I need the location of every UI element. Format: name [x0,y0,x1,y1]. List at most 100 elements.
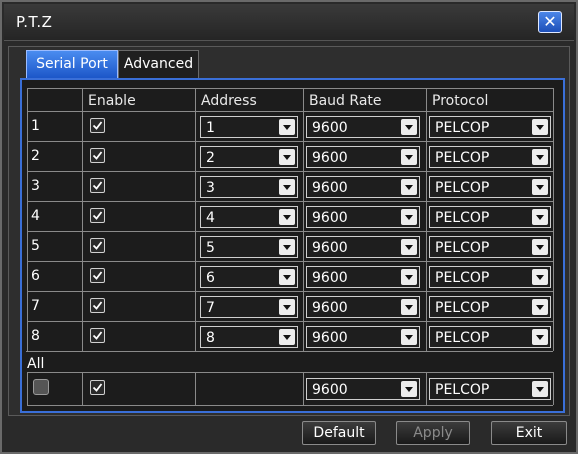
grid-line [27,372,553,373]
grid-line [27,201,553,202]
baud-rate-select-value: 9600 [312,180,348,196]
grid-line [26,351,553,352]
protocol-select-value: PELCOP [435,120,490,136]
enable-checkbox[interactable] [90,178,105,193]
baud-rate-select[interactable]: 9600 [306,206,420,228]
row-number: 4 [31,208,40,224]
baud-rate-select[interactable]: 9600 [306,326,420,348]
row-number: 6 [31,268,40,284]
all-baud-rate-select[interactable]: 9600 [306,378,420,400]
chevron-down-icon [532,269,548,285]
grid-line [553,88,554,351]
protocol-select[interactable]: PELCOP [429,266,551,288]
tab-advanced[interactable]: Advanced [118,50,199,78]
grid-line [27,88,28,351]
chevron-down-icon [401,149,417,165]
header-address: Address [201,93,257,109]
address-select-value: 2 [206,150,215,166]
row-number: 8 [31,328,40,344]
grid-line [27,88,553,89]
chevron-down-icon [401,299,417,315]
grid-line [426,88,427,351]
row-number: 2 [31,148,40,164]
protocol-select[interactable]: PELCOP [429,296,551,318]
protocol-select-value: PELCOP [435,330,490,346]
protocol-select[interactable]: PELCOP [429,236,551,258]
baud-rate-select[interactable]: 9600 [306,266,420,288]
grid-line [82,372,83,405]
row-number: 1 [31,118,40,134]
enable-checkbox[interactable] [90,268,105,283]
baud-rate-select-value: 9600 [312,330,348,346]
title-bar: P.T.Z ✕ [4,4,574,41]
chevron-down-icon [532,329,548,345]
baud-rate-select[interactable]: 9600 [306,116,420,138]
grid-line [27,141,553,142]
chevron-down-icon [279,149,295,165]
baud-rate-select[interactable]: 9600 [306,296,420,318]
chevron-down-icon [532,179,548,195]
all-protocol-value: PELCOP [435,382,490,398]
enable-checkbox[interactable] [90,298,105,313]
chevron-down-icon [279,239,295,255]
baud-rate-select-value: 9600 [312,300,348,316]
chevron-down-icon [401,329,417,345]
address-select[interactable]: 6 [200,266,298,288]
check-icon [92,181,103,190]
enable-checkbox[interactable] [90,118,105,133]
check-icon [92,271,103,280]
grid-line [303,372,304,405]
protocol-select[interactable]: PELCOP [429,326,551,348]
grid-line [27,111,553,112]
enable-checkbox[interactable] [90,208,105,223]
baud-rate-select[interactable]: 9600 [306,146,420,168]
all-select-toggle[interactable] [33,379,49,395]
row-number: 3 [31,178,40,194]
protocol-select[interactable]: PELCOP [429,146,551,168]
baud-rate-select[interactable]: 9600 [306,236,420,258]
address-select[interactable]: 7 [200,296,298,318]
baud-rate-select[interactable]: 9600 [306,176,420,198]
chevron-down-icon [401,209,417,225]
address-select-value: 3 [206,180,215,196]
grid-line [27,321,553,322]
grid-line [27,171,553,172]
address-select-value: 7 [206,300,215,316]
all-enable-checkbox[interactable] [90,380,105,395]
apply-button[interactable]: Apply [396,421,470,445]
protocol-select[interactable]: PELCOP [429,116,551,138]
baud-rate-select-value: 9600 [312,240,348,256]
address-select[interactable]: 8 [200,326,298,348]
header-baud-rate: Baud Rate [309,93,382,109]
address-select-value: 8 [206,330,215,346]
grid-line [553,372,554,405]
protocol-select-value: PELCOP [435,240,490,256]
address-select[interactable]: 1 [200,116,298,138]
baud-rate-select-value: 9600 [312,270,348,286]
protocol-select[interactable]: PELCOP [429,176,551,198]
address-select[interactable]: 4 [200,206,298,228]
row-number: 7 [31,298,40,314]
all-baud-rate-value: 9600 [312,382,348,398]
enable-checkbox[interactable] [90,238,105,253]
address-select[interactable]: 5 [200,236,298,258]
enable-checkbox[interactable] [90,328,105,343]
grid-line [27,261,553,262]
header-enable: Enable [88,93,136,109]
address-select[interactable]: 2 [200,146,298,168]
default-button[interactable]: Default [302,421,376,445]
close-icon[interactable]: ✕ [538,11,562,33]
enable-checkbox[interactable] [90,148,105,163]
chevron-down-icon [279,119,295,135]
grid-line [195,372,196,405]
all-protocol-select[interactable]: PELCOP [429,378,551,400]
check-icon [92,301,103,310]
grid-line [82,88,83,351]
address-select[interactable]: 3 [200,176,298,198]
chevron-down-icon [532,119,548,135]
chevron-down-icon [279,299,295,315]
protocol-select[interactable]: PELCOP [429,206,551,228]
exit-button[interactable]: Exit [491,421,567,445]
address-select-value: 6 [206,270,215,286]
tab-serial-port[interactable]: Serial Port [26,50,118,78]
